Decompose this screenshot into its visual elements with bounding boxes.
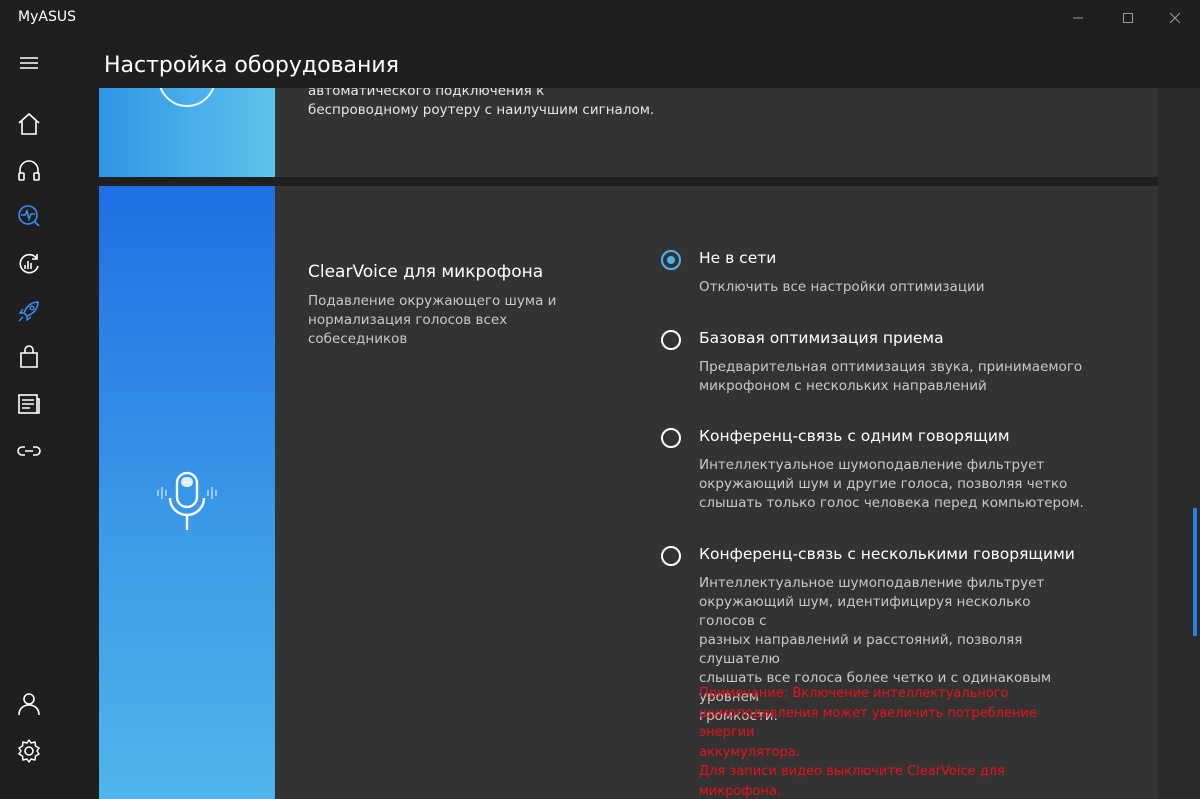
wifi-roaming-card: автоматического подключения к беспроводн… bbox=[99, 88, 1158, 177]
sidebar-item-optimization[interactable] bbox=[14, 249, 44, 279]
scrollbar-track[interactable] bbox=[1158, 88, 1200, 799]
maximize-icon bbox=[1123, 13, 1133, 23]
option-basic-desc-line1: Предварительная оптимизация звука, прини… bbox=[699, 359, 1083, 375]
news-icon bbox=[18, 394, 40, 414]
user-icon bbox=[18, 693, 40, 716]
option-basic-label: Базовая оптимизация приема bbox=[699, 329, 944, 347]
content-area: автоматического подключения к беспроводн… bbox=[58, 88, 1158, 799]
wifi-card-banner bbox=[99, 88, 275, 177]
page-title: Настройка оборудования bbox=[104, 53, 399, 78]
sidebar bbox=[0, 36, 58, 799]
page-header: Настройка оборудования bbox=[58, 36, 1158, 88]
clearvoice-title: ClearVoice для микрофона bbox=[308, 262, 544, 282]
option-single-speaker-label: Конференц-связь с одним говорящим bbox=[699, 427, 1010, 445]
option-multi-speaker-label: Конференц-связь с несколькими говорящими bbox=[699, 545, 1075, 563]
wifi-card-text-line2: беспроводному роутеру с наилучшим сигнал… bbox=[308, 102, 655, 118]
clearvoice-desc-line1: Подавление окружающего шума и bbox=[308, 293, 557, 309]
minimize-button[interactable] bbox=[1064, 6, 1092, 30]
menu-button[interactable] bbox=[14, 48, 44, 78]
sidebar-item-hardware-settings[interactable] bbox=[14, 296, 44, 326]
option-offline-label: Не в сети bbox=[699, 249, 777, 267]
radio-multi-speaker[interactable] bbox=[661, 546, 681, 566]
headset-icon bbox=[18, 160, 40, 181]
sidebar-item-settings[interactable] bbox=[14, 736, 44, 766]
shopping-bag-icon bbox=[20, 345, 38, 368]
maximize-button[interactable] bbox=[1114, 6, 1142, 30]
option-multi-desc-line2: окружающий шум, идентифицируя несколько … bbox=[699, 594, 1031, 629]
microphone-icon bbox=[157, 471, 217, 530]
option-single-desc-line2: окружающий шум и другие голоса, позволяя… bbox=[699, 476, 1068, 492]
radio-basic[interactable] bbox=[661, 330, 681, 350]
option-single-desc-line1: Интеллектуальное шумоподавление фильтруе… bbox=[699, 457, 1045, 473]
refresh-chart-icon bbox=[19, 253, 39, 274]
sidebar-item-store[interactable] bbox=[14, 342, 44, 372]
wifi-feature-icon bbox=[159, 88, 215, 107]
sidebar-item-account[interactable] bbox=[14, 689, 44, 719]
settings-icon bbox=[18, 739, 40, 763]
option-offline-desc: Отключить все настройки оптимизации bbox=[699, 278, 1089, 297]
sidebar-item-support[interactable] bbox=[14, 156, 44, 186]
note-line2: шумоподавления может увеличить потреблен… bbox=[699, 705, 1037, 741]
minimize-icon bbox=[1073, 17, 1083, 19]
close-button[interactable] bbox=[1161, 6, 1189, 30]
radio-offline[interactable] bbox=[661, 250, 681, 270]
battery-warning-note: Примечание: Включение интеллектуального … bbox=[699, 684, 1079, 799]
title-bar: MyASUS bbox=[0, 0, 1200, 36]
clearvoice-card-banner bbox=[99, 186, 275, 799]
option-multi-desc-line1: Интеллектуальное шумоподавление фильтруе… bbox=[699, 575, 1045, 591]
hamburger-menu-icon bbox=[20, 57, 38, 69]
sidebar-item-link[interactable] bbox=[14, 436, 44, 466]
option-basic-desc: Предварительная оптимизация звука, прини… bbox=[699, 358, 1089, 396]
close-icon bbox=[1169, 12, 1181, 24]
diagnostics-icon bbox=[18, 205, 40, 227]
clearvoice-card: ClearVoice для микрофона Подавление окру… bbox=[99, 186, 1158, 799]
wifi-card-text-line1: автоматического подключения к bbox=[308, 88, 545, 99]
sidebar-item-news[interactable] bbox=[14, 389, 44, 419]
option-single-desc-line3: слышать только голос человека перед комп… bbox=[699, 495, 1084, 511]
link-icon bbox=[17, 446, 41, 456]
home-icon bbox=[18, 112, 40, 135]
note-line1: Примечание: Включение интеллектуального bbox=[699, 686, 1009, 701]
app-title: MyASUS bbox=[18, 9, 76, 25]
scrollbar-thumb[interactable] bbox=[1193, 508, 1197, 636]
rocket-icon bbox=[18, 301, 39, 322]
radio-single-speaker[interactable] bbox=[661, 428, 681, 448]
note-line4: Для записи видео выключите ClearVoice дл… bbox=[699, 764, 1005, 799]
option-single-speaker-desc: Интеллектуальное шумоподавление фильтруе… bbox=[699, 456, 1089, 513]
option-basic-desc-line2: микрофоном с нескольких направлений bbox=[699, 378, 987, 394]
sidebar-item-diagnostics[interactable] bbox=[14, 201, 44, 231]
clearvoice-description: Подавление окружающего шума и нормализац… bbox=[308, 292, 608, 349]
note-line3: аккумулятора. bbox=[699, 744, 800, 760]
option-offline-desc-line1: Отключить все настройки оптимизации bbox=[699, 279, 985, 295]
sidebar-item-home[interactable] bbox=[14, 109, 44, 139]
option-multi-desc-line3: разных направлений и расстояний, позволя… bbox=[699, 632, 1023, 667]
clearvoice-desc-line2: нормализация голосов всех собеседников bbox=[308, 312, 508, 347]
